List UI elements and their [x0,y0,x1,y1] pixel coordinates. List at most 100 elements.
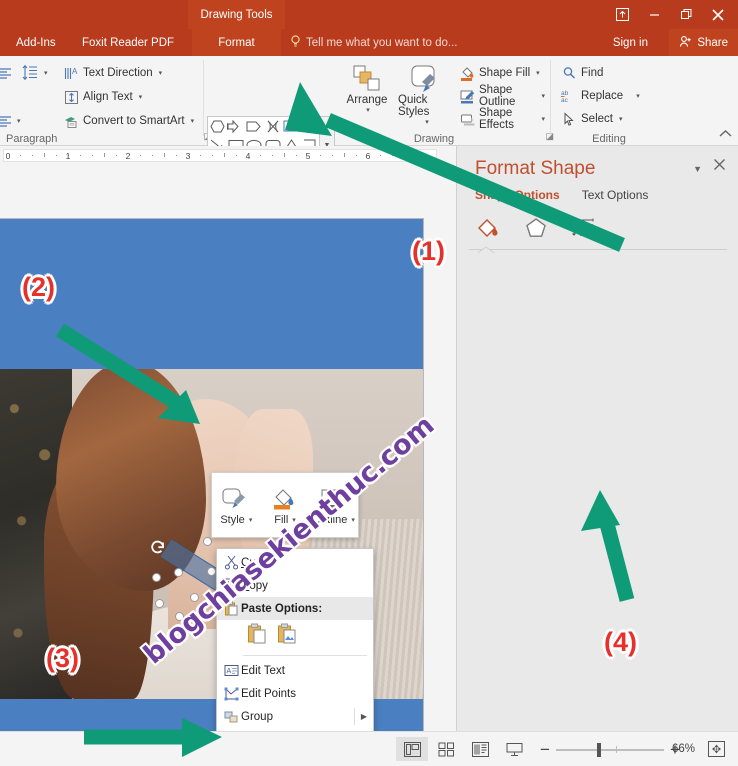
close-icon[interactable] [702,0,734,29]
shape-effects-icon [459,111,475,127]
gallery-shape-cross[interactable] [264,117,283,136]
menu-item-group[interactable]: Group ▶ [217,705,373,728]
group-label-paragraph: Paragraph [6,133,58,145]
menu-label-cut: Cut [241,556,259,569]
pane-dropdown-icon[interactable]: ▼ [693,164,702,174]
menu-item-edit-text[interactable]: A Edit Text [217,659,373,682]
gallery-shape-line[interactable] [301,117,320,136]
pane-close-icon[interactable] [713,158,726,175]
resize-handle[interactable] [155,599,164,608]
slideshow-icon[interactable] [498,737,530,761]
resize-handle[interactable] [175,612,184,621]
gallery-shape-text-box[interactable]: A [282,117,301,136]
ruler-tick-5: 5 [305,151,311,161]
menu-item-cut[interactable]: Cut [217,551,373,574]
tab-add-ins[interactable]: Add-Ins [6,29,66,56]
shape-fill-button[interactable]: Shape Fill ▾ [456,62,543,84]
quick-styles-button[interactable]: Quick Styles ▾ [398,60,454,126]
callout-2: (2) [22,272,55,302]
menu-item-edit-points[interactable]: Edit Points [217,682,373,705]
group-divider [203,60,204,136]
collapse-ribbon-icon[interactable] [719,129,732,141]
paste-options-icons[interactable] [217,620,373,652]
gallery-shape-pentagon-arrow[interactable] [245,117,264,136]
cut-icon [221,555,241,570]
chevron-down-icon: ▾ [17,118,21,125]
svg-text:ab: ab [561,90,569,97]
rotate-handle-icon[interactable] [150,540,165,555]
copy-icon [221,578,241,593]
quick-styles-label: Quick Styles [398,94,430,118]
zoom-slider-midpoint [615,746,617,753]
chevron-down-icon: ▾ [44,69,48,77]
align-left-icon[interactable] [0,66,12,83]
zoom-slider-track[interactable] [555,743,664,757]
title-bar: Drawing Tools [0,0,738,29]
zoom-slider-thumb[interactable] [596,743,601,757]
replace-button[interactable]: ab ac Replace ▾ [558,85,643,107]
shape-effects-button[interactable]: Shape Effects ▾ [456,107,548,131]
mini-toolbar-fill-label: Fill [274,513,289,526]
horizontal-ruler[interactable]: 0 1 2 3 4 5 6 [0,146,456,165]
resize-handle[interactable] [207,567,216,576]
tell-me-box[interactable]: Tell me what you want to do... [290,29,458,56]
pane-tab-text-options[interactable]: Text Options [582,188,649,202]
tab-foxit-reader-pdf[interactable]: Foxit Reader PDF [72,29,184,56]
shape-fill-icon [459,65,475,81]
effects-icon[interactable] [523,216,549,245]
zoom-percentage[interactable]: 66% [672,743,695,755]
resize-handle[interactable] [174,568,183,577]
pane-tab-shape-options[interactable]: Shape Options [475,188,560,202]
gallery-shape-hexagon[interactable] [208,117,227,136]
slide-sorter-icon[interactable] [430,737,462,761]
normal-view-icon[interactable] [396,737,428,761]
menu-label-group: Group [241,710,273,723]
menu-label-paste-options: Paste Options: [241,602,323,615]
pane-active-tab-notch [476,243,505,255]
mini-toolbar-outline-button[interactable]: Outline ▾ [309,473,358,537]
mini-toolbar-style-button[interactable]: Style ▾ [212,473,261,537]
size-properties-icon[interactable] [571,216,597,245]
shape-fill-icon [271,485,299,511]
fit-slide-icon[interactable] [708,741,725,760]
arrange-button[interactable]: Arrange ▾ [344,60,390,114]
ribbon-display-options-icon[interactable] [606,0,638,29]
chevron-down-icon: ▾ [351,516,355,524]
fill-line-icon[interactable] [475,216,501,245]
align-text-label: Align Text [83,91,133,103]
minimize-icon[interactable] [638,0,670,29]
shape-outline-button[interactable]: Shape Outline ▾ [456,84,548,108]
paste-keep-source-formatting-icon[interactable] [247,623,267,647]
select-button[interactable]: Select ▾ [558,108,625,130]
line-spacing-button[interactable]: ▾ [22,64,48,81]
resize-handle[interactable] [203,537,212,546]
tell-me-placeholder: Tell me what you want to do... [306,36,458,49]
sign-in-button[interactable]: Sign in [613,29,648,56]
menu-item-copy[interactable]: Copy [217,574,373,597]
replace-icon: ab ac [561,88,577,104]
svg-text:A: A [286,123,291,130]
mini-toolbar[interactable]: Style ▾ Fill ▾ Outline ▾ [211,472,359,538]
zoom-out-button[interactable]: − [540,740,550,760]
powerpoint-window: Drawing Tools Add-Ins Foxit Reader PDF F… [0,0,738,766]
resize-handle[interactable] [190,593,199,602]
convert-to-smartart-button[interactable]: Convert to SmartArt ▾ [60,110,197,132]
shape-style-icon [222,485,250,511]
chevron-down-icon: ▾ [248,516,253,524]
paste-picture-icon[interactable] [277,623,297,647]
text-direction-button[interactable]: A Text Direction ▾ [60,62,165,84]
reading-view-icon[interactable] [464,737,496,761]
group-divider [550,60,551,136]
mini-toolbar-fill-button[interactable]: Fill ▾ [261,473,310,537]
restore-icon[interactable] [670,0,702,29]
list-button[interactable]: ▾ [0,114,21,128]
resize-handle[interactable] [152,573,161,582]
menu-item-paste-options[interactable]: Paste Options: [217,597,373,620]
gallery-scroll-up-icon[interactable]: ▲ [321,117,334,135]
tab-format[interactable]: Format [192,29,281,56]
share-button[interactable]: Share [669,29,738,56]
pane-icon-tabs [475,216,597,245]
find-button[interactable]: Find [558,62,606,84]
align-text-button[interactable]: Align Text ▾ [60,86,145,108]
gallery-shape-block-arrow-right[interactable] [227,117,246,136]
